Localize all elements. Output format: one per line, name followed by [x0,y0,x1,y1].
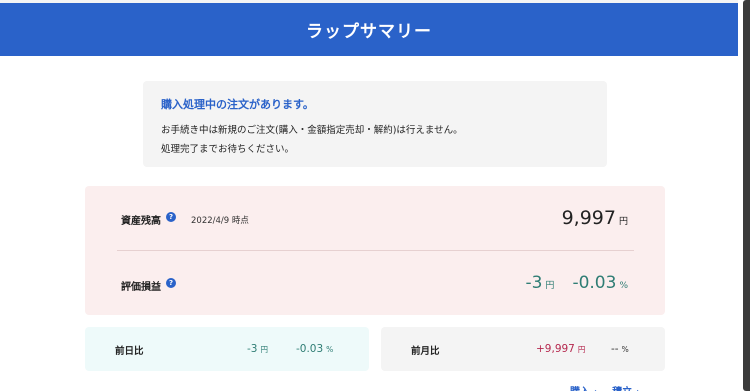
page-header: ラップサマリー [0,3,738,56]
day-change-amount-unit: 円 [260,345,268,354]
profit-loss-label-row: 評価損益 ? [121,277,176,293]
profit-loss-label: 評価損益 [121,282,161,293]
day-change-card: 前日比 -3 円 -0.03% [85,327,369,371]
month-change-amount-group: +9,997 円 [536,343,585,355]
scrollbar-thumb[interactable] [743,0,750,391]
day-change-amount-group: -3 円 [247,343,268,355]
profit-loss-amount: -3 [525,273,543,293]
notice-line-2: 処理完了までお待ちください。 [161,144,295,155]
balance-label: 資産残高 [121,216,161,227]
chevron-right-icon: › [594,387,598,391]
buy-link-label: 購入 [570,387,590,391]
month-change-percent: -- [611,343,619,355]
pending-order-notice: 購入処理中の注文があります。 お手続き中は新規のご注文(購入・金額指定売却・解約… [143,81,607,167]
day-change-percent-unit: % [326,345,334,354]
accumulate-link[interactable]: 積立 › [612,383,640,391]
balance-amount: 9,997 [561,207,616,229]
profit-loss-percent: -0.03 [572,273,617,293]
day-change-percent: -0.03 [296,343,324,355]
buy-link[interactable]: 購入 › [570,383,598,391]
profit-loss-values: -3 円 -0.03% [525,273,628,293]
balance-label-row: 資産残高 ? [121,211,176,227]
notice-title: 購入処理中の注文があります。 [161,98,314,111]
day-change-percent-group: -0.03% [296,343,333,355]
divider [117,250,634,251]
notice-line-1: お手続き中は新規のご注文(購入・金額指定売却・解約)は行えません。 [161,125,463,136]
profit-loss-help-icon[interactable]: ? [166,277,176,288]
month-change-card: 前月比 +9,997 円 --% [381,327,665,371]
page-title: ラップサマリー [306,22,432,42]
balance-help-icon[interactable]: ? [166,211,176,222]
month-change-percent-group: --% [611,343,629,355]
profit-loss-percent-unit: % [619,281,628,291]
balance-unit: 円 [618,217,628,227]
chevron-right-icon: › [636,387,640,391]
balance-value: 9,997 円 [562,207,628,229]
month-change-label: 前月比 [411,346,440,357]
month-change-amount-unit: 円 [577,345,586,354]
month-change-percent-unit: % [621,345,629,354]
balance-timestamp: 2022/4/9 時点 [191,216,249,226]
month-change-amount: +9,997 [536,343,575,355]
balance-card: 資産残高 ? 2022/4/9 時点 9,997 円 評価損益 ? -3 円 -0.… [85,186,665,315]
bottom-links: 購入 › 積立 › [570,383,640,391]
day-change-amount: -3 [247,343,258,355]
day-change-label: 前日比 [115,346,144,357]
accumulate-link-label: 積立 [612,387,632,391]
profit-loss-amount-unit: 円 [545,281,555,291]
